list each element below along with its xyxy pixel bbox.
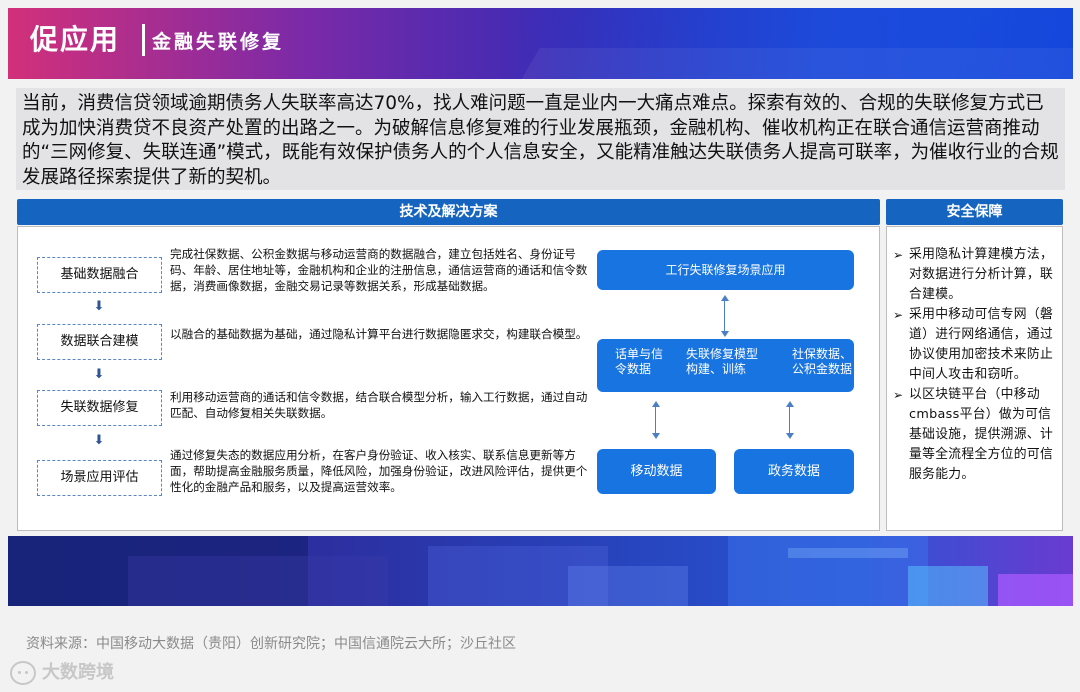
page-subtitle: 金融失联修复 [152, 31, 285, 53]
arrow-up-icon [786, 401, 794, 407]
chevron-right-icon: ➢ [893, 248, 904, 262]
step-box-2: 数据联合建模 [37, 324, 162, 360]
arrow-down-icon: ⬇ [93, 299, 105, 314]
security-header: 安全保障 [886, 199, 1063, 225]
arrow-down-icon: ⬇ [93, 433, 105, 448]
step-desc-3: 利用移动运营商的通话和信令数据，结合联合模型分析，输入工行数据，通过自动匹配、自… [170, 390, 588, 420]
step-box-1: 基础数据融合 [37, 257, 162, 293]
arrow-down-icon [786, 433, 794, 439]
step-box-4: 场景应用评估 [37, 460, 162, 496]
connector-line [655, 405, 656, 435]
chevron-right-icon: ➢ [893, 388, 904, 402]
logo-icon [10, 661, 36, 685]
brand-logo: 大数跨境 [10, 658, 114, 685]
arrow-up-icon [721, 295, 729, 301]
diagram-middle-right: 社保数据、公积金数据 [792, 347, 853, 376]
diagram-middle-box: 话单与信令数据 失联修复模型构建、训练 社保数据、公积金数据 [597, 339, 854, 392]
connector-line [789, 405, 790, 435]
source-note: 资料来源：中国移动大数据（贵阳）创新研究院；中国信通院云大所；沙丘社区 [26, 636, 516, 652]
chevron-right-icon: ➢ [893, 308, 904, 322]
step-box-3: 失联数据修复 [37, 390, 162, 426]
solution-panel: 基础数据融合 ⬇ 数据联合建模 ⬇ 失联数据修复 ⬇ 场景应用评估 完成社保数据… [17, 226, 880, 531]
arrow-down-icon: ⬇ [93, 367, 105, 382]
diagram-middle-left: 话单与信令数据 [615, 347, 664, 376]
decorative-band [8, 536, 1073, 606]
security-item: ➢ 采用隐私计算建模方法，对数据进行分析计算，联合建模。 [893, 247, 1054, 302]
step-desc-1: 完成社保数据、公积金数据与移动运营商的数据融合，建立包括姓名、身份证号码、年龄、… [170, 247, 588, 293]
arrow-down-icon [652, 433, 660, 439]
step-desc-4: 通过修复失态的数据应用分析，在客户身份验证、收入核实、联系信息更新等方面，帮助提… [170, 448, 588, 494]
arrow-up-icon [652, 401, 660, 407]
security-item: ➢ 采用中移动可信专网（磐道）进行网络通信，通过协议使用加密技术来防止中间人攻击… [893, 307, 1054, 382]
intro-paragraph: 当前，消费信贷领域逾期债务人失联率高达70%，找人难问题一直是业内一大痛点难点。… [16, 88, 1065, 190]
security-panel: ➢ 采用隐私计算建模方法，对数据进行分析计算，联合建模。 ➢ 采用中移动可信专网… [886, 226, 1063, 531]
connector-line [724, 299, 725, 333]
title-divider [142, 24, 145, 56]
arrow-down-icon [721, 331, 729, 337]
diagram-top-box: 工行失联修复场景应用 [597, 250, 854, 290]
diagram-bottom-left-box: 移动数据 [597, 449, 716, 494]
page-title: 促应用 [30, 23, 121, 56]
step-desc-2: 以融合的基础数据为基础，通过隐私计算平台进行数据隐匿求交，构建联合模型。 [170, 327, 588, 341]
diagram-bottom-right-box: 政务数据 [734, 449, 854, 494]
security-item: ➢ 以区块链平台（中移动cmbass平台）做为可信基础设施，提供溯源、计量等全流… [893, 387, 1054, 482]
diagram-middle-center: 失联修复模型构建、训练 [686, 347, 759, 376]
solution-header: 技术及解决方案 [17, 199, 880, 225]
